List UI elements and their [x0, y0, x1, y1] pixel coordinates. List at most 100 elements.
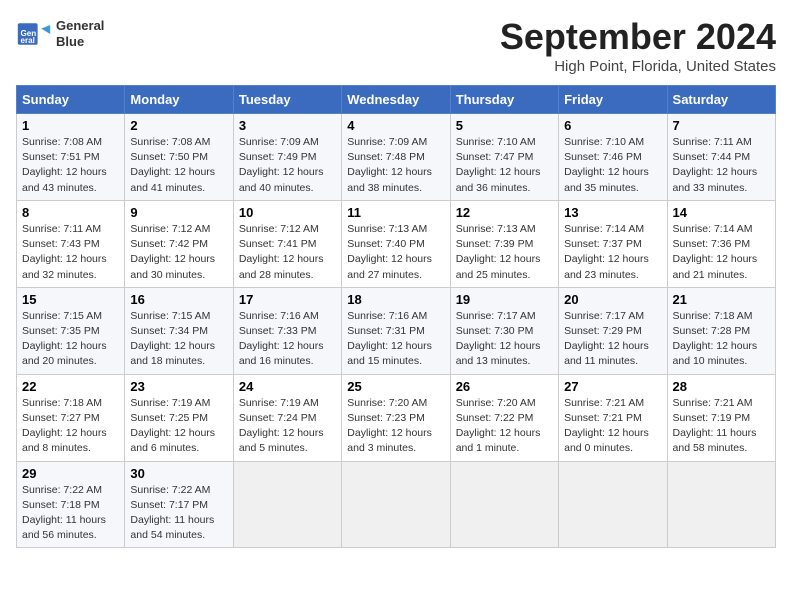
day-number: 19: [456, 292, 553, 307]
calendar-week-row: 1Sunrise: 7:08 AMSunset: 7:51 PMDaylight…: [17, 114, 776, 201]
calendar-week-row: 8 Sunrise: 7:11 AMSunset: 7:43 PMDaylight…: [17, 200, 776, 287]
calendar-day-cell: 25 Sunrise: 7:20 AMSunset: 7:23 PMDayligh…: [342, 374, 450, 461]
day-number: 10: [239, 205, 336, 220]
calendar-day-cell: 9 Sunrise: 7:12 AMSunset: 7:42 PMDaylight…: [125, 200, 233, 287]
calendar-table: SundayMondayTuesdayWednesdayThursdayFrid…: [16, 85, 776, 548]
day-info: Sunrise: 7:18 AMSunset: 7:27 PMDaylight:…: [22, 396, 119, 457]
day-number: 25: [347, 379, 444, 394]
calendar-week-row: 29 Sunrise: 7:22 AMSunset: 7:18 PMDayligh…: [17, 461, 776, 548]
day-number: 14: [673, 205, 770, 220]
day-number: 16: [130, 292, 227, 307]
calendar-body: 1Sunrise: 7:08 AMSunset: 7:51 PMDaylight…: [17, 114, 776, 548]
day-info: Sunrise: 7:11 AMSunset: 7:44 PMDaylight:…: [673, 135, 770, 196]
day-info: Sunrise: 7:19 AMSunset: 7:25 PMDaylight:…: [130, 396, 227, 457]
weekday-cell: Saturday: [667, 86, 775, 114]
calendar-day-cell: 12 Sunrise: 7:13 AMSunset: 7:39 PMDayligh…: [450, 200, 558, 287]
calendar-day-cell: 20 Sunrise: 7:17 AMSunset: 7:29 PMDayligh…: [559, 287, 667, 374]
calendar-day-cell: 22 Sunrise: 7:18 AMSunset: 7:27 PMDayligh…: [17, 374, 125, 461]
day-info: Sunrise: 7:11 AMSunset: 7:43 PMDaylight:…: [22, 222, 119, 283]
day-info: Sunrise: 7:19 AMSunset: 7:24 PMDaylight:…: [239, 396, 336, 457]
calendar-day-cell: 4 Sunrise: 7:09 AMSunset: 7:48 PMDaylight…: [342, 114, 450, 201]
day-info: Sunrise: 7:10 AMSunset: 7:47 PMDaylight:…: [456, 135, 553, 196]
calendar-day-cell: 6 Sunrise: 7:10 AMSunset: 7:46 PMDaylight…: [559, 114, 667, 201]
calendar-day-cell: 29 Sunrise: 7:22 AMSunset: 7:18 PMDayligh…: [17, 461, 125, 548]
day-number: 29: [22, 466, 119, 481]
day-number: 24: [239, 379, 336, 394]
logo-icon: Gen eral: [16, 16, 52, 52]
calendar-day-cell: 23Sunrise: 7:19 AMSunset: 7:25 PMDayligh…: [125, 374, 233, 461]
weekday-cell: Sunday: [17, 86, 125, 114]
day-info: Sunrise: 7:21 AMSunset: 7:19 PMDaylight:…: [673, 396, 770, 457]
location-title: High Point, Florida, United States: [500, 58, 776, 75]
calendar-day-cell: [667, 461, 775, 548]
calendar-day-cell: 11Sunrise: 7:13 AMSunset: 7:40 PMDayligh…: [342, 200, 450, 287]
day-number: 21: [673, 292, 770, 307]
calendar-day-cell: 2 Sunrise: 7:08 AMSunset: 7:50 PMDaylight…: [125, 114, 233, 201]
day-number: 22: [22, 379, 119, 394]
weekday-cell: Wednesday: [342, 86, 450, 114]
calendar-day-cell: 14 Sunrise: 7:14 AMSunset: 7:36 PMDayligh…: [667, 200, 775, 287]
day-info: Sunrise: 7:09 AMSunset: 7:49 PMDaylight:…: [239, 135, 336, 196]
weekday-cell: Tuesday: [233, 86, 341, 114]
calendar-week-row: 15 Sunrise: 7:15 AMSunset: 7:35 PMDayligh…: [17, 287, 776, 374]
day-info: Sunrise: 7:15 AMSunset: 7:34 PMDaylight:…: [130, 309, 227, 370]
calendar-day-cell: 8 Sunrise: 7:11 AMSunset: 7:43 PMDaylight…: [17, 200, 125, 287]
calendar-day-cell: 3 Sunrise: 7:09 AMSunset: 7:49 PMDaylight…: [233, 114, 341, 201]
title-block: September 2024 High Point, Florida, Unit…: [500, 16, 776, 75]
calendar-day-cell: 5 Sunrise: 7:10 AMSunset: 7:47 PMDaylight…: [450, 114, 558, 201]
day-number: 9: [130, 205, 227, 220]
day-info: Sunrise: 7:08 AMSunset: 7:50 PMDaylight:…: [130, 135, 227, 196]
day-info: Sunrise: 7:20 AMSunset: 7:23 PMDaylight:…: [347, 396, 444, 457]
calendar-day-cell: 27 Sunrise: 7:21 AMSunset: 7:21 PMDayligh…: [559, 374, 667, 461]
logo-text: General Blue: [56, 18, 104, 49]
svg-text:eral: eral: [21, 36, 35, 45]
day-number: 2: [130, 118, 227, 133]
day-info: Sunrise: 7:13 AMSunset: 7:39 PMDaylight:…: [456, 222, 553, 283]
calendar-day-cell: 16 Sunrise: 7:15 AMSunset: 7:34 PMDayligh…: [125, 287, 233, 374]
day-info: Sunrise: 7:17 AMSunset: 7:30 PMDaylight:…: [456, 309, 553, 370]
day-number: 8: [22, 205, 119, 220]
day-info: Sunrise: 7:18 AMSunset: 7:28 PMDaylight:…: [673, 309, 770, 370]
calendar-day-cell: 10 Sunrise: 7:12 AMSunset: 7:41 PMDayligh…: [233, 200, 341, 287]
day-info: Sunrise: 7:16 AMSunset: 7:31 PMDaylight:…: [347, 309, 444, 370]
calendar-day-cell: 17Sunrise: 7:16 AMSunset: 7:33 PMDayligh…: [233, 287, 341, 374]
day-number: 3: [239, 118, 336, 133]
day-info: Sunrise: 7:13 AMSunset: 7:40 PMDaylight:…: [347, 222, 444, 283]
calendar-day-cell: 1Sunrise: 7:08 AMSunset: 7:51 PMDaylight…: [17, 114, 125, 201]
day-number: 27: [564, 379, 661, 394]
day-info: Sunrise: 7:12 AMSunset: 7:41 PMDaylight:…: [239, 222, 336, 283]
day-number: 6: [564, 118, 661, 133]
calendar-day-cell: 30Sunrise: 7:22 AMSunset: 7:17 PMDayligh…: [125, 461, 233, 548]
calendar-week-row: 22 Sunrise: 7:18 AMSunset: 7:27 PMDayligh…: [17, 374, 776, 461]
calendar-day-cell: 28Sunrise: 7:21 AMSunset: 7:19 PMDayligh…: [667, 374, 775, 461]
day-number: 4: [347, 118, 444, 133]
calendar-day-cell: 7 Sunrise: 7:11 AMSunset: 7:44 PMDaylight…: [667, 114, 775, 201]
calendar-day-cell: 24 Sunrise: 7:19 AMSunset: 7:24 PMDayligh…: [233, 374, 341, 461]
day-info: Sunrise: 7:14 AMSunset: 7:36 PMDaylight:…: [673, 222, 770, 283]
day-info: Sunrise: 7:14 AMSunset: 7:37 PMDaylight:…: [564, 222, 661, 283]
day-info: Sunrise: 7:21 AMSunset: 7:21 PMDaylight:…: [564, 396, 661, 457]
day-info: Sunrise: 7:12 AMSunset: 7:42 PMDaylight:…: [130, 222, 227, 283]
weekday-cell: Thursday: [450, 86, 558, 114]
logo-line1: General: [56, 18, 104, 34]
day-info: Sunrise: 7:22 AMSunset: 7:17 PMDaylight:…: [130, 483, 227, 544]
day-number: 7: [673, 118, 770, 133]
day-info: Sunrise: 7:17 AMSunset: 7:29 PMDaylight:…: [564, 309, 661, 370]
calendar-day-cell: 13Sunrise: 7:14 AMSunset: 7:37 PMDayligh…: [559, 200, 667, 287]
day-info: Sunrise: 7:15 AMSunset: 7:35 PMDaylight:…: [22, 309, 119, 370]
day-info: Sunrise: 7:10 AMSunset: 7:46 PMDaylight:…: [564, 135, 661, 196]
day-info: Sunrise: 7:16 AMSunset: 7:33 PMDaylight:…: [239, 309, 336, 370]
calendar-day-cell: [233, 461, 341, 548]
day-info: Sunrise: 7:22 AMSunset: 7:18 PMDaylight:…: [22, 483, 119, 544]
day-info: Sunrise: 7:09 AMSunset: 7:48 PMDaylight:…: [347, 135, 444, 196]
day-number: 12: [456, 205, 553, 220]
calendar-day-cell: [342, 461, 450, 548]
day-number: 1: [22, 118, 119, 133]
day-number: 5: [456, 118, 553, 133]
day-number: 15: [22, 292, 119, 307]
calendar-day-cell: 18Sunrise: 7:16 AMSunset: 7:31 PMDayligh…: [342, 287, 450, 374]
calendar-day-cell: 21 Sunrise: 7:18 AMSunset: 7:28 PMDayligh…: [667, 287, 775, 374]
logo-line2: Blue: [56, 34, 104, 50]
month-title: September 2024: [500, 16, 776, 58]
day-number: 20: [564, 292, 661, 307]
